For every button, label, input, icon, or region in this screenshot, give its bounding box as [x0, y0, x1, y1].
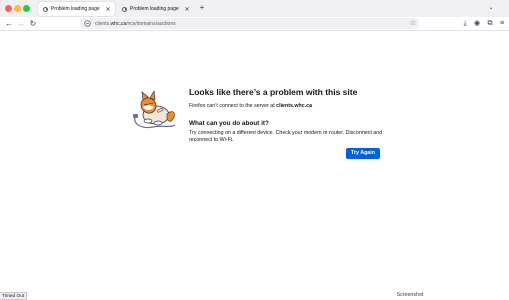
url-text: clients.whc.ca/ncs/domains/auctions [95, 21, 176, 27]
advice-heading: What can you do about it? [189, 120, 269, 127]
tab-strip: Problem loading page ✕ Problem loading p… [0, 0, 509, 17]
address-bar[interactable]: clients.whc.ca/ncs/domains/auctions ☆ [80, 18, 419, 29]
info-icon [43, 6, 48, 12]
info-icon [122, 6, 127, 12]
error-title: Looks like there’s a problem with this s… [189, 87, 358, 97]
extensions-icon[interactable]: ⧉ [486, 20, 494, 28]
url-prefix: clients. [95, 20, 111, 27]
error-host: clients.whc.ca [276, 103, 313, 109]
zoom-window-button[interactable] [23, 5, 30, 12]
browser-window: Problem loading page ✕ Problem loading p… [0, 0, 509, 300]
back-button[interactable]: ← [3, 18, 15, 30]
error-page: Looks like there’s a problem with this s… [0, 31, 509, 300]
bookmark-star-icon[interactable]: ☆ [410, 19, 416, 28]
tab-title: Problem loading page [130, 6, 179, 12]
navigation-bar: ← → ↻ clients.whc.ca/ncs/domains/auction… [0, 17, 509, 31]
sad-fox-illustration [133, 89, 176, 129]
page-info-icon[interactable] [83, 20, 91, 28]
close-tab-icon[interactable]: ✕ [183, 6, 191, 13]
advice-text: Try connecting on a different device. Ch… [189, 130, 383, 143]
tab-problem-loading[interactable]: Problem loading page ✕ [117, 2, 194, 16]
minimize-window-button[interactable] [14, 5, 21, 12]
error-description: Firefox can’t connect to the server at c… [189, 103, 312, 109]
chevron-down-icon[interactable]: ⌄ [487, 4, 495, 12]
new-tab-button[interactable]: + [197, 3, 207, 13]
close-window-button[interactable] [5, 5, 12, 12]
error-description-prefix: Firefox can’t connect to the server at [189, 103, 277, 109]
try-again-button[interactable]: Try Again [346, 148, 380, 159]
menu-icon[interactable]: ≡ [498, 20, 506, 28]
screenshot-label[interactable]: Screenshot [390, 292, 430, 298]
reload-button[interactable]: ↻ [27, 18, 39, 30]
account-icon[interactable]: ◉ [473, 20, 481, 28]
tab-title: Problem loading page [51, 6, 100, 12]
url-path: /ncs/domains/auctions [126, 20, 176, 27]
url-host: whc.ca [110, 20, 127, 27]
close-tab-icon[interactable]: ✕ [104, 6, 112, 13]
forward-button[interactable]: → [15, 18, 27, 30]
status-panel: Timed Out [0, 292, 28, 300]
downloads-icon[interactable]: ⤓ [461, 20, 469, 28]
tab-problem-loading-active[interactable]: Problem loading page ✕ [38, 2, 115, 16]
